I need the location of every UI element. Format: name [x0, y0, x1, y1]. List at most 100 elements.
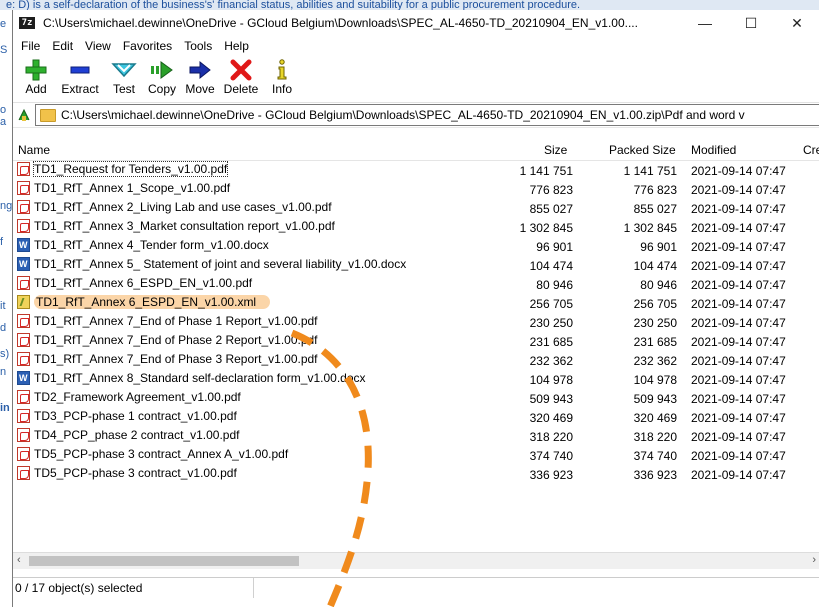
move-button[interactable]: Move	[181, 56, 219, 102]
file-name-cell[interactable]: TD1_RfT_Annex 1_Scope_v1.00.pdf	[17, 181, 230, 195]
file-name-cell[interactable]: TD4_PCP_phase 2 contract_v1.00.pdf	[17, 428, 239, 442]
file-name-cell[interactable]: TD3_PCP-phase 1 contract_v1.00.pdf	[17, 409, 237, 423]
column-modified[interactable]: Modified	[691, 143, 736, 157]
file-name-cell[interactable]: TD5_PCP-phase 3 contract_Annex A_v1.00.p…	[17, 447, 288, 461]
file-name-cell[interactable]: TD1_RfT_Annex 7_End of Phase 2 Report_v1…	[17, 333, 318, 347]
background-letter: it	[0, 300, 6, 312]
file-name: TD1_RfT_Annex 8_Standard self-declaratio…	[34, 371, 366, 385]
test-button[interactable]: Test	[105, 56, 143, 102]
column-size[interactable]: Size	[544, 143, 567, 157]
file-size: 509 943	[529, 392, 573, 406]
file-size: 231 685	[529, 335, 573, 349]
file-name-cell[interactable]: TD1_RfT_Annex 8_Standard self-declaratio…	[17, 371, 366, 385]
menu-help[interactable]: Help	[218, 39, 255, 53]
file-packed-size: 104 978	[633, 373, 677, 387]
background-letter: d	[0, 322, 7, 334]
up-folder-button[interactable]	[13, 108, 35, 122]
test-icon	[109, 58, 139, 82]
title-bar[interactable]: 7z C:\Users\michael.dewinne\OneDrive - G…	[13, 10, 819, 36]
scrollbar-thumb[interactable]	[29, 556, 299, 566]
copy-button[interactable]: Copy	[143, 56, 181, 102]
file-name: TD5_PCP-phase 3 contract_Annex A_v1.00.p…	[34, 447, 289, 461]
file-packed-size: 374 740	[633, 449, 677, 463]
file-packed-size: 80 946	[640, 278, 677, 292]
file-name-cell[interactable]: TD1_RfT_Annex 7_End of Phase 1 Report_v1…	[17, 314, 318, 328]
file-name-cell[interactable]: TD1_RfT_Annex 3_Market consultation repo…	[17, 219, 335, 233]
table-row[interactable]: TD1_RfT_Annex 4_Tender form_v1.00.docx 96…	[13, 237, 819, 256]
menu-bar: File Edit View Favorites Tools Help	[13, 36, 819, 56]
file-modified: 2021-09-14 07:47	[691, 221, 786, 235]
scroll-left-icon[interactable]: ‹	[17, 554, 21, 566]
file-modified: 2021-09-14 07:47	[691, 354, 786, 368]
file-name-cell[interactable]: TD1_RfT_Annex 6_ESPD_EN_v1.00.pdf	[17, 276, 252, 290]
table-row[interactable]: TD5_PCP-phase 3 contract_v1.00.pdf 336 92…	[13, 465, 819, 484]
table-row[interactable]: TD1_RfT_Annex 5_ Statement of joint and …	[13, 256, 819, 275]
maximize-button[interactable]: ☐	[728, 10, 774, 36]
table-row[interactable]: TD1_RfT_Annex 8_Standard self-declaratio…	[13, 370, 819, 389]
file-modified: 2021-09-14 07:47	[691, 297, 786, 311]
table-row[interactable]: TD1_RfT_Annex 7_End of Phase 1 Report_v1…	[13, 313, 819, 332]
file-name-cell[interactable]: TD1_RfT_Annex 7_End of Phase 3 Report_v1…	[17, 352, 318, 366]
menu-file[interactable]: File	[15, 39, 46, 53]
test-label: Test	[112, 82, 135, 96]
menu-edit[interactable]: Edit	[46, 39, 79, 53]
table-row[interactable]: TD2_Framework Agreement_v1.00.pdf 509 943…	[13, 389, 819, 408]
info-button[interactable]: Info	[263, 56, 301, 102]
extract-button[interactable]: Extract	[55, 56, 105, 102]
toolbar: Add Extract Test Copy Move Delete Info	[13, 56, 819, 103]
table-row[interactable]: TD4_PCP_phase 2 contract_v1.00.pdf 318 22…	[13, 427, 819, 446]
file-packed-size: 1 302 845	[623, 221, 677, 235]
horizontal-scrollbar[interactable]: ‹ ›	[13, 552, 819, 569]
file-name: TD1_RfT_Annex 1_Scope_v1.00.pdf	[34, 181, 231, 195]
add-button[interactable]: Add	[17, 56, 55, 102]
table-row[interactable]: TD3_PCP-phase 1 contract_v1.00.pdf 320 46…	[13, 408, 819, 427]
table-row[interactable]: TD1_Request for Tenders_v1.00.pdf 1 141 7…	[13, 161, 819, 180]
file-packed-size: 232 362	[633, 354, 677, 368]
menu-view[interactable]: View	[79, 39, 117, 53]
file-packed-size: 96 901	[640, 240, 677, 254]
file-packed-size: 230 250	[633, 316, 677, 330]
close-button[interactable]: ✕	[774, 10, 819, 36]
extract-icon	[65, 58, 95, 82]
scroll-right-icon[interactable]: ›	[812, 554, 816, 566]
table-row[interactable]: TD1_RfT_Annex 1_Scope_v1.00.pdf 776 823 77…	[13, 180, 819, 199]
file-name-cell[interactable]: TD1_Request for Tenders_v1.00.pdf	[17, 161, 229, 177]
file-name: TD1_RfT_Annex 5_ Statement of joint and …	[34, 257, 407, 271]
file-size: 776 823	[529, 183, 573, 197]
file-packed-size: 776 823	[633, 183, 677, 197]
table-row[interactable]: TD1_RfT_Annex 7_End of Phase 2 Report_v1…	[13, 332, 819, 351]
file-modified: 2021-09-14 07:47	[691, 259, 786, 273]
file-name: TD1_RfT_Annex 7_End of Phase 2 Report_v1…	[34, 333, 318, 347]
file-name-cell[interactable]: TD5_PCP-phase 3 contract_v1.00.pdf	[17, 466, 237, 480]
file-name-cell[interactable]: TD1_RfT_Annex 4_Tender form_v1.00.docx	[17, 238, 269, 252]
file-size: 230 250	[529, 316, 573, 330]
file-name: TD1_RfT_Annex 7_End of Phase 1 Report_v1…	[34, 314, 318, 328]
file-name-cell[interactable]: TD1_RfT_Annex 5_ Statement of joint and …	[17, 257, 406, 271]
path-input[interactable]: C:\Users\michael.dewinne\OneDrive - GClo…	[35, 104, 819, 126]
background-letter: o	[0, 104, 7, 116]
xml-file-icon	[17, 295, 30, 309]
menu-favorites[interactable]: Favorites	[117, 39, 178, 53]
file-name-cell[interactable]: TD2_Framework Agreement_v1.00.pdf	[17, 390, 241, 404]
file-name: TD3_PCP-phase 1 contract_v1.00.pdf	[34, 409, 237, 423]
file-size: 374 740	[529, 449, 573, 463]
table-row[interactable]: TD1_RfT_Annex 6_ESPD_EN_v1.00.xml 256 705…	[13, 294, 819, 313]
table-row[interactable]: TD1_RfT_Annex 6_ESPD_EN_v1.00.pdf 80 946 8…	[13, 275, 819, 294]
column-created[interactable]: Cre	[803, 143, 819, 157]
delete-icon	[226, 58, 256, 82]
column-packed-size[interactable]: Packed Size	[609, 143, 676, 157]
file-name-cell[interactable]: TD1_RfT_Annex 2_Living Lab and use cases…	[17, 200, 332, 214]
table-row[interactable]: TD1_RfT_Annex 2_Living Lab and use cases…	[13, 199, 819, 218]
column-name[interactable]: Name	[18, 143, 50, 157]
info-icon	[267, 58, 297, 82]
table-row[interactable]: TD1_RfT_Annex 3_Market consultation repo…	[13, 218, 819, 237]
delete-button[interactable]: Delete	[219, 56, 263, 102]
file-size: 256 705	[529, 297, 573, 311]
minimize-button[interactable]: —	[682, 10, 728, 36]
background-letter: e	[0, 18, 7, 30]
table-row[interactable]: TD5_PCP-phase 3 contract_Annex A_v1.00.p…	[13, 446, 819, 465]
file-name-cell[interactable]: TD1_RfT_Annex 6_ESPD_EN_v1.00.xml	[17, 295, 271, 309]
table-row[interactable]: TD1_RfT_Annex 7_End of Phase 3 Report_v1…	[13, 351, 819, 370]
menu-tools[interactable]: Tools	[178, 39, 218, 53]
window-title: C:\Users\michael.dewinne\OneDrive - GClo…	[43, 16, 638, 30]
